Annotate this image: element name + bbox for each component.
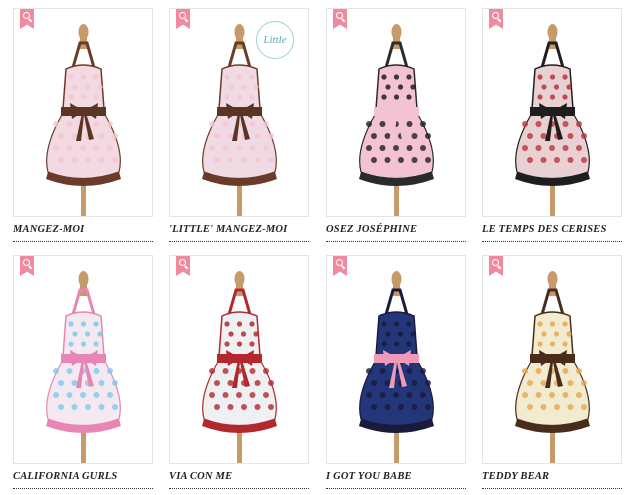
magnifier-glyph xyxy=(336,259,343,266)
apron-image[interactable] xyxy=(483,9,621,216)
dotted-divider xyxy=(482,241,622,242)
apron-image[interactable] xyxy=(170,256,308,463)
product-title[interactable]: I GOT YOU BABE xyxy=(326,471,466,482)
dotted-divider xyxy=(169,488,309,489)
product-card[interactable]: Little 'LITTLE' MANGEZ-MOI xyxy=(169,8,309,248)
dotted-divider xyxy=(13,241,153,242)
product-card[interactable]: I GOT YOU BABE xyxy=(326,255,466,495)
product-card[interactable]: MANGEZ-MOI xyxy=(13,8,153,248)
product-image-frame[interactable] xyxy=(13,8,153,217)
dotted-divider xyxy=(169,241,309,242)
product-image-frame[interactable] xyxy=(482,8,622,217)
product-title[interactable]: 'LITTLE' MANGEZ-MOI xyxy=(169,224,309,235)
apron-image[interactable] xyxy=(483,256,621,463)
little-badge-logo: Little xyxy=(256,21,294,59)
magnifier-glyph xyxy=(179,259,186,266)
product-image-frame[interactable] xyxy=(13,255,153,464)
apron-image[interactable] xyxy=(14,9,152,216)
magnifier-glyph xyxy=(179,12,186,19)
product-title[interactable]: MANGEZ-MOI xyxy=(13,224,153,235)
product-card[interactable]: OSEZ JOSÉPHINE xyxy=(326,8,466,248)
product-title[interactable]: TEDDY BEAR xyxy=(482,471,622,482)
dotted-divider xyxy=(482,488,622,489)
product-grid: MANGEZ-MOI Little 'LITTLE' MANGEZ-MOI OSEZ … xyxy=(0,0,640,489)
magnifier-glyph xyxy=(492,12,499,19)
magnifier-glyph xyxy=(336,12,343,19)
apron-image[interactable] xyxy=(14,256,152,463)
product-image-frame[interactable] xyxy=(169,255,309,464)
product-card[interactable]: LE TEMPS DES CERISES xyxy=(482,8,622,248)
product-title[interactable]: VIA CON ME xyxy=(169,471,309,482)
product-title[interactable]: OSEZ JOSÉPHINE xyxy=(326,224,466,235)
magnifier-glyph xyxy=(23,259,30,266)
product-title[interactable]: CALIFORNIA GURLS xyxy=(13,471,153,482)
product-image-frame[interactable]: Little xyxy=(169,8,309,217)
magnifier-glyph xyxy=(492,259,499,266)
product-card[interactable]: TEDDY BEAR xyxy=(482,255,622,495)
product-title[interactable]: LE TEMPS DES CERISES xyxy=(482,224,622,235)
product-card[interactable]: VIA CON ME xyxy=(169,255,309,495)
product-image-frame[interactable] xyxy=(482,255,622,464)
dotted-divider xyxy=(326,488,466,489)
dotted-divider xyxy=(326,241,466,242)
magnifier-glyph xyxy=(23,12,30,19)
apron-image[interactable] xyxy=(327,9,465,216)
product-card[interactable]: CALIFORNIA GURLS xyxy=(13,255,153,495)
dotted-divider xyxy=(13,488,153,489)
apron-image[interactable] xyxy=(327,256,465,463)
product-image-frame[interactable] xyxy=(326,255,466,464)
product-image-frame[interactable] xyxy=(326,8,466,217)
